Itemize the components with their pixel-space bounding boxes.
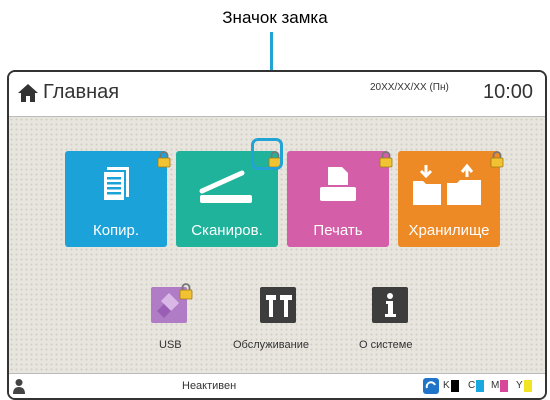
storage-folders-icon: [413, 163, 481, 205]
ink-level-icon[interactable]: [423, 378, 439, 394]
control-panel-screen: Главная 20XX/XX/XX (Пн) 10:00 Копир. Ска…: [7, 70, 547, 400]
copy-button-label: Копир.: [92, 222, 140, 239]
lock-icon-highlight: [251, 138, 283, 170]
copy-icon: [102, 167, 129, 202]
maintenance-button[interactable]: [260, 287, 296, 323]
storage-button-label: Хранилище: [408, 222, 490, 239]
print-lock-icon: [379, 151, 393, 168]
time-display: 10:00: [483, 81, 534, 103]
maintenance-button-label: Обслуживание: [233, 339, 309, 351]
ink-m-label: M: [491, 380, 500, 391]
ink-k-label: K: [443, 380, 450, 391]
status-text: Неактивен: [182, 380, 237, 392]
about-button[interactable]: [372, 287, 408, 323]
ink-y-level: [524, 380, 532, 392]
lock-icon-callout-label: Значок замка: [222, 8, 328, 27]
ink-y-label: Y: [516, 380, 523, 391]
storage-button[interactable]: Хранилище: [398, 151, 500, 247]
usb-lock-icon: [179, 283, 193, 300]
about-button-label: О системе: [359, 339, 413, 351]
storage-lock-icon: [490, 151, 504, 168]
print-button-label: Печать: [313, 222, 363, 239]
ink-m-level: [500, 380, 508, 392]
info-icon: [385, 293, 396, 317]
copy-lock-icon: [157, 151, 171, 168]
scan-button-label: Сканиров.: [191, 222, 263, 239]
ink-k-level: [451, 380, 459, 392]
ink-c-level: [476, 380, 484, 392]
maintenance-tools-icon: [266, 295, 292, 317]
header-bar: Главная 20XX/XX/XX (Пн) 10:00: [9, 72, 545, 117]
ink-c-label: C: [468, 380, 476, 391]
copy-button[interactable]: Копир.: [65, 151, 167, 247]
status-bar: Неактивен K C M Y: [9, 373, 545, 398]
page-title: Главная: [43, 81, 120, 103]
home-icon[interactable]: [17, 83, 39, 103]
print-button[interactable]: Печать: [287, 151, 389, 247]
usb-button-label: USB: [159, 339, 182, 351]
print-icon: [320, 167, 356, 201]
date-display: 20XX/XX/XX (Пн): [370, 82, 449, 93]
scanner-icon: [199, 170, 252, 203]
user-icon[interactable]: [12, 378, 26, 394]
